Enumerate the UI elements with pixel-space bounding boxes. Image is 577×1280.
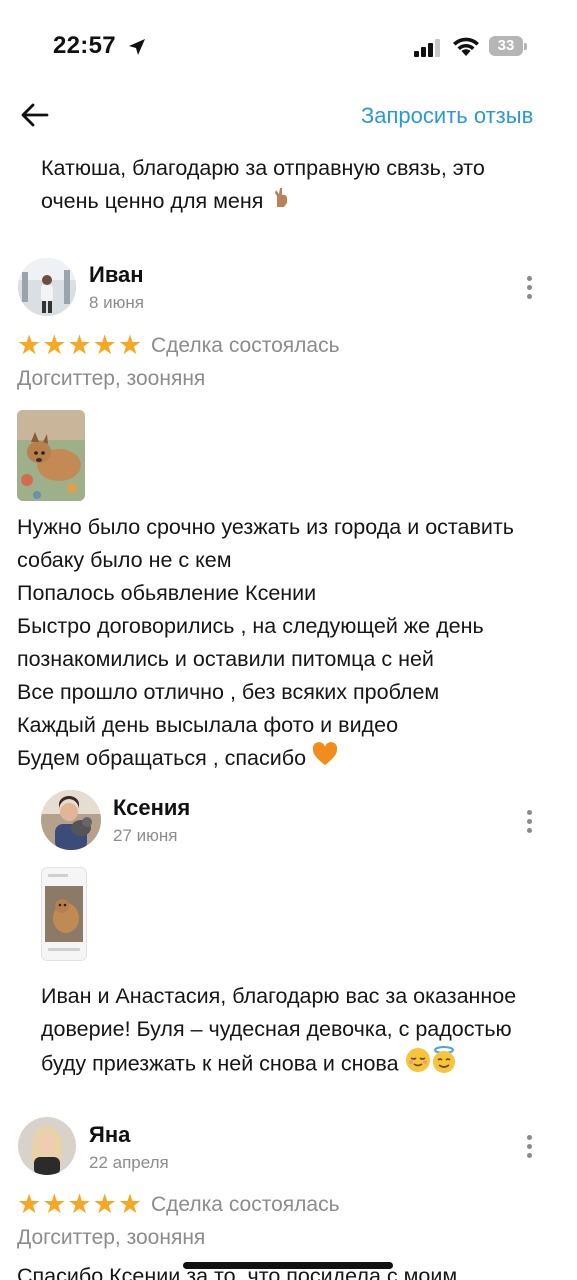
- text-line: доверие! Буля – чудесная девочка, с радо…: [41, 1017, 512, 1041]
- relieved-face-emoji-icon: [405, 1047, 431, 1076]
- text-line: очень ценно для меня: [41, 185, 485, 219]
- text-line: познакомились и оставили питомца с ней: [17, 647, 434, 671]
- more-options-icon[interactable]: [525, 276, 533, 300]
- text-line: Быстро договорились , на следующей же де…: [17, 614, 484, 638]
- reply-author: Ксения: [113, 795, 191, 820]
- review-date: 8 июня: [89, 293, 145, 312]
- review-text: Нужно было срочно уезжать из города и ос…: [17, 511, 514, 776]
- avatar[interactable]: [18, 258, 76, 316]
- reply-photo-thumbnail[interactable]: [41, 867, 87, 961]
- home-indicator: [183, 1262, 393, 1269]
- previous-reply-text: Катюша, благодарю за отправную связь, эт…: [41, 152, 485, 219]
- text-line: Каждый день высылала фото и видео: [17, 713, 399, 737]
- service-type: Догситтер, зооняня: [17, 367, 206, 390]
- hand-emoji-icon: [269, 185, 293, 219]
- reply-text: Иван и Анастасия, благодарю вас за оказа…: [41, 980, 516, 1076]
- avatar[interactable]: [18, 1117, 76, 1175]
- text-line: Будем обращаться , спасибо: [17, 742, 514, 776]
- review-author: Иван: [89, 262, 144, 287]
- request-review-link[interactable]: Запросить отзыв: [361, 103, 533, 129]
- text-line: буду приезжать к ней снова и снова: [41, 1046, 516, 1076]
- deal-status: Сделка состоялась: [151, 334, 340, 357]
- status-time: 22:57: [53, 32, 116, 59]
- wifi-icon: [453, 37, 479, 56]
- cellular-signal-icon: [414, 39, 440, 57]
- reply-date: 27 июня: [113, 826, 178, 845]
- back-arrow-icon[interactable]: [20, 100, 50, 130]
- review-author: Яна: [89, 1122, 131, 1147]
- battery-level: 33: [497, 37, 515, 54]
- review-photo-thumbnail[interactable]: [17, 410, 85, 501]
- service-type: Догситтер, зооняня: [17, 1226, 206, 1249]
- orange-heart-icon: [312, 742, 338, 776]
- more-options-icon[interactable]: [525, 1135, 533, 1159]
- rating-stars: ★★★★★: [17, 1189, 144, 1219]
- review-date: 22 апреля: [89, 1153, 169, 1172]
- more-options-icon[interactable]: [525, 810, 533, 834]
- text-line: Попалось обьявление Ксении: [17, 581, 317, 605]
- rating-stars: ★★★★★: [17, 330, 144, 360]
- text-line: Все прошло отлично , без всяких проблем: [17, 680, 440, 704]
- avatar[interactable]: [41, 790, 101, 850]
- text-line: собаку было не с кем: [17, 548, 232, 572]
- battery-indicator: 33: [489, 36, 529, 58]
- text-line: Иван и Анастасия, благодарю вас за оказа…: [41, 984, 517, 1008]
- deal-status: Сделка состоялась: [151, 1193, 340, 1216]
- halo-face-emoji-icon: [431, 1046, 457, 1076]
- text-line: Нужно было срочно уезжать из города и ос…: [17, 515, 514, 539]
- text-line: Катюша, благодарю за отправную связь, эт…: [41, 156, 485, 180]
- location-arrow-icon: [129, 39, 145, 55]
